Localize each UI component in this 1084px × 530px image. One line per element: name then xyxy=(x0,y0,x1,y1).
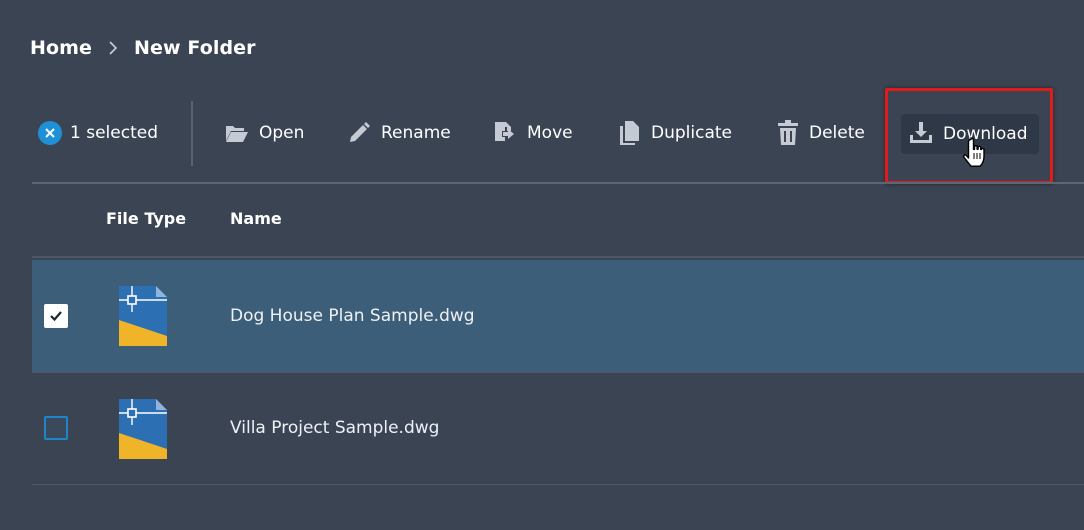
duplicate-button[interactable]: Duplicate xyxy=(619,100,732,166)
table-row[interactable]: Dog House Plan Sample.dwg xyxy=(32,260,1084,372)
rename-button[interactable]: Rename xyxy=(347,100,451,166)
trash-icon xyxy=(777,120,799,146)
dwg-file-icon xyxy=(118,399,168,463)
move-file-icon xyxy=(493,121,517,145)
selection-count-label: 1 selected xyxy=(70,123,158,143)
row-checkbox-checked[interactable] xyxy=(44,304,68,328)
clear-selection-icon[interactable] xyxy=(38,121,62,145)
toolbar-bottom-divider xyxy=(32,182,1084,184)
dwg-file-icon xyxy=(118,286,168,350)
column-header-file-type[interactable]: File Type xyxy=(106,209,186,228)
rename-label: Rename xyxy=(381,123,451,143)
table-row[interactable]: Villa Project Sample.dwg xyxy=(32,373,1084,485)
folder-open-icon xyxy=(225,123,249,143)
pencil-icon xyxy=(347,121,371,145)
breadcrumb-current: New Folder xyxy=(134,37,256,59)
duplicate-label: Duplicate xyxy=(651,123,732,143)
checkmark-icon xyxy=(50,311,62,322)
open-label: Open xyxy=(259,123,305,143)
column-header-name[interactable]: Name xyxy=(230,209,282,228)
header-divider xyxy=(32,256,1084,258)
row-checkbox-unchecked[interactable] xyxy=(44,416,68,440)
chevron-right-icon xyxy=(106,41,120,55)
row-divider xyxy=(32,484,1084,485)
file-name[interactable]: Villa Project Sample.dwg xyxy=(230,418,439,438)
duplicate-icon xyxy=(619,120,641,146)
file-name[interactable]: Dog House Plan Sample.dwg xyxy=(230,306,475,326)
hand-pointer-icon xyxy=(962,136,990,174)
toolbar-divider xyxy=(191,101,193,166)
delete-button[interactable]: Delete xyxy=(777,100,865,166)
breadcrumb-home[interactable]: Home xyxy=(30,37,92,59)
move-button[interactable]: Move xyxy=(493,100,573,166)
table-header: File Type Name xyxy=(32,200,1084,240)
delete-label: Delete xyxy=(809,123,865,143)
breadcrumb: Home New Folder xyxy=(30,34,256,62)
selection-indicator: 1 selected xyxy=(38,100,158,166)
move-label: Move xyxy=(527,123,573,143)
open-button[interactable]: Open xyxy=(225,100,304,166)
